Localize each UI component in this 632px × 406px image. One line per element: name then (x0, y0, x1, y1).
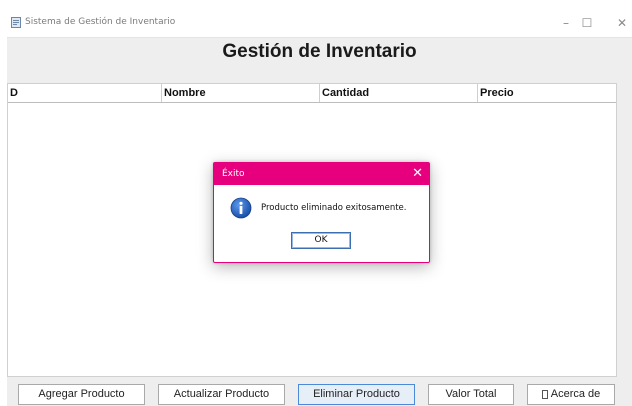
success-dialog: Éxito ✕ Producto eliminado exitosamente.… (213, 162, 430, 263)
action-toolbar: Agregar Producto Actualizar Producto Eli… (7, 381, 632, 406)
total-value-button[interactable]: Valor Total (428, 384, 514, 405)
info-icon (230, 197, 252, 219)
page-title: Gestión de Inventario (222, 41, 417, 62)
column-header-nombre[interactable]: Nombre (162, 84, 320, 102)
dialog-title-bar: Éxito ✕ (214, 163, 429, 185)
ok-button[interactable]: OK (291, 232, 351, 249)
dialog-close-button[interactable]: ✕ (412, 166, 423, 181)
title-bar: Sistema de Gestión de Inventario – ☐ ✕ (7, 9, 632, 38)
column-header-id[interactable]: D (8, 84, 162, 102)
document-icon (541, 390, 548, 399)
close-button[interactable]: ✕ (602, 9, 632, 37)
add-product-button[interactable]: Agregar Producto (18, 384, 145, 405)
window-title: Sistema de Gestión de Inventario (25, 17, 176, 27)
maximize-button[interactable]: ☐ (567, 9, 607, 37)
column-header-precio[interactable]: Precio (478, 84, 618, 102)
table-header: D Nombre Cantidad Precio (8, 84, 616, 103)
about-button[interactable]: Acerca de (527, 384, 615, 405)
app-window-icon (11, 17, 21, 28)
delete-product-button[interactable]: Eliminar Producto (298, 384, 415, 405)
about-button-label: Acerca de (550, 388, 601, 400)
update-product-button[interactable]: Actualizar Producto (158, 384, 285, 405)
dialog-title: Éxito (222, 169, 245, 179)
dialog-message: Producto eliminado exitosamente. (261, 203, 407, 213)
column-header-cantidad[interactable]: Cantidad (320, 84, 478, 102)
